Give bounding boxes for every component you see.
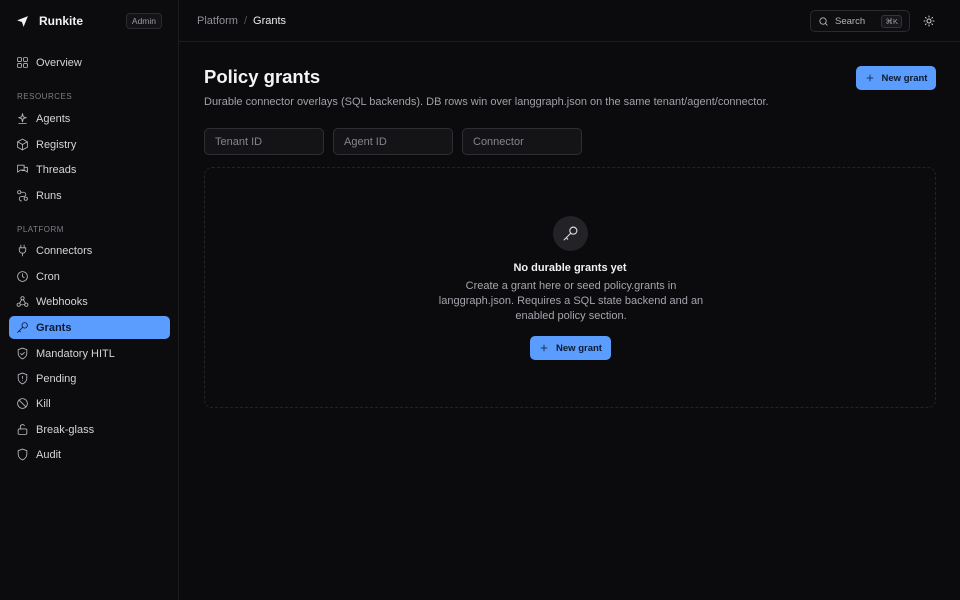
sun-icon <box>923 15 934 26</box>
empty-state-text: Create a grant here or seed policy.grant… <box>438 280 704 322</box>
sidebar-item-overview[interactable]: Overview <box>9 51 170 74</box>
key-icon <box>16 321 29 334</box>
breadcrumb-current: Grants <box>253 14 287 27</box>
sidebar: Runkite Admin Overview RESOURCES Agents … <box>0 0 179 600</box>
new-grant-button[interactable]: New grant <box>856 66 936 90</box>
cube-icon <box>16 138 29 151</box>
app-shell: Runkite Admin Overview RESOURCES Agents … <box>0 0 960 600</box>
sidebar-item-label: Grants <box>36 321 72 334</box>
app-name: Runkite <box>39 14 84 28</box>
section-label-resources: RESOURCES <box>17 92 73 101</box>
sidebar-item-webhooks[interactable]: Webhooks <box>9 290 170 313</box>
search-label: Search <box>835 15 866 27</box>
clock-icon <box>16 270 29 283</box>
sidebar-item-kill[interactable]: Kill <box>9 392 170 415</box>
brand: Runkite Admin <box>0 0 178 42</box>
sidebar-item-label: Mandatory HITL <box>36 347 115 360</box>
agent-id-filter[interactable] <box>333 128 453 155</box>
sidebar-item-connectors[interactable]: Connectors <box>9 239 170 262</box>
sidebar-item-pending[interactable]: Pending <box>9 367 170 390</box>
sidebar-item-label: Agents <box>36 112 71 125</box>
shield-alert-icon <box>16 372 29 385</box>
role-badge: Admin <box>125 13 162 29</box>
search-button[interactable]: Search ⌘K <box>810 10 910 32</box>
ban-icon <box>16 397 29 410</box>
grid-icon <box>16 56 29 69</box>
empty-state-title: No durable grants yet <box>513 262 627 274</box>
sidebar-item-registry[interactable]: Registry <box>9 133 170 156</box>
sidebar-item-agents[interactable]: Agents <box>9 107 170 130</box>
new-grant-label: New grant <box>881 72 928 84</box>
sidebar-item-label: Audit <box>36 448 62 461</box>
plus-icon <box>540 344 548 352</box>
search-shortcut: ⌘K <box>881 14 902 28</box>
threads-icon <box>16 163 29 176</box>
sidebar-item-label: Connectors <box>36 244 93 257</box>
sidebar-item-label: Cron <box>36 270 60 283</box>
tenant-id-filter[interactable] <box>204 128 324 155</box>
new-grant-label: New grant <box>556 342 602 354</box>
breadcrumb-platform[interactable]: Platform <box>197 15 238 27</box>
sidebar-item-label: Registry <box>36 138 77 151</box>
shield-check-icon <box>16 347 29 360</box>
webhook-icon <box>16 295 29 308</box>
theme-toggle-button[interactable] <box>920 12 937 29</box>
sidebar-item-label: Threads <box>36 163 77 176</box>
sidebar-item-label: Webhooks <box>36 295 88 308</box>
plus-icon <box>866 74 873 82</box>
empty-new-grant-button[interactable]: New grant <box>530 336 611 360</box>
main-content: Platform / Grants Search ⌘K Policy grant… <box>179 0 960 600</box>
search-icon <box>819 16 828 26</box>
sidebar-item-label: Kill <box>36 397 51 410</box>
key-icon <box>553 216 588 251</box>
sidebar-item-cron[interactable]: Cron <box>9 265 170 288</box>
shield-icon <box>16 448 29 461</box>
section-label-platform: PLATFORM <box>17 225 64 234</box>
sidebar-item-runs[interactable]: Runs <box>9 184 170 207</box>
empty-state: No durable grants yet Create a grant her… <box>204 167 936 408</box>
sidebar-item-label: Break-glass <box>36 423 95 436</box>
agent-icon <box>16 112 29 125</box>
plug-icon <box>16 244 29 257</box>
sidebar-item-threads[interactable]: Threads <box>9 158 170 181</box>
sidebar-item-grants[interactable]: Grants <box>9 316 170 339</box>
runs-icon <box>16 189 29 202</box>
page-description: Durable connector overlays (SQL backends… <box>204 96 769 108</box>
page-title: Policy grants <box>204 66 321 87</box>
sidebar-item-label: Pending <box>36 372 77 385</box>
sidebar-item-break-glass[interactable]: Break-glass <box>9 418 170 441</box>
sidebar-item-label: Overview <box>36 56 82 69</box>
send-logo-icon <box>16 14 30 28</box>
breadcrumb-separator: / <box>243 14 248 27</box>
sidebar-item-mandatory-hitl[interactable]: Mandatory HITL <box>9 342 170 365</box>
sidebar-item-label: Runs <box>36 189 62 202</box>
lock-open-icon <box>16 423 29 436</box>
sidebar-item-audit[interactable]: Audit <box>9 443 170 466</box>
connector-filter[interactable] <box>462 128 582 155</box>
